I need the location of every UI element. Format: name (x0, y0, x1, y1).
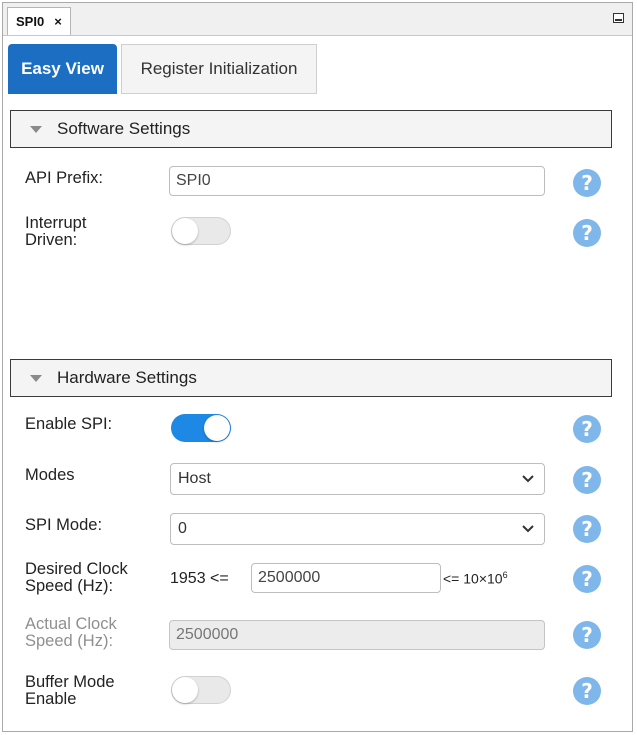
tab-register-initialization[interactable]: Register Initialization (121, 44, 317, 94)
interrupt-driven-help-icon[interactable]: ? (573, 219, 601, 247)
buffer-mode-label-line1: Buffer Mode (25, 673, 115, 691)
desired-clock-max: <= 10×106 (443, 570, 508, 587)
tab-easy-view[interactable]: Easy View (8, 44, 117, 94)
toggle-knob (204, 415, 230, 441)
hardware-settings-header[interactable]: Hardware Settings (10, 359, 612, 397)
minimize-icon[interactable] (613, 13, 624, 23)
interrupt-driven-label-line1: Interrupt (25, 214, 87, 232)
buffer-mode-toggle[interactable] (171, 676, 231, 704)
spi-mode-help-icon[interactable]: ? (573, 515, 601, 543)
hardware-settings-title: Hardware Settings (57, 368, 197, 387)
collapse-triangle-icon (30, 374, 42, 382)
api-prefix-input[interactable] (169, 166, 545, 196)
close-icon[interactable]: × (54, 14, 62, 29)
chevron-down-icon (522, 525, 534, 533)
spi-mode-label: SPI Mode: (25, 516, 103, 534)
interrupt-driven-toggle[interactable] (171, 217, 231, 245)
collapse-triangle-icon (30, 125, 42, 133)
modes-help-icon[interactable]: ? (573, 466, 601, 494)
actual-clock-label-line1: Actual Clock (25, 615, 117, 633)
chevron-down-icon (522, 475, 534, 483)
desired-clock-label-line2: Speed (Hz): (25, 577, 114, 595)
desired-clock-max-exponent: 6 (502, 570, 508, 580)
document-tab-title: SPI0 (16, 14, 45, 29)
desired-clock-min-value: 1953 (170, 570, 206, 587)
software-settings-header[interactable]: Software Settings (10, 110, 612, 148)
desired-clock-max-value: 10×10 (463, 570, 503, 587)
actual-clock-help-icon[interactable]: ? (573, 621, 601, 649)
enable-spi-help-icon[interactable]: ? (573, 415, 601, 443)
modes-label: Modes (25, 466, 75, 484)
api-prefix-label: API Prefix: (25, 169, 103, 187)
modes-selected-value: Host (178, 470, 211, 487)
desired-clock-help-icon[interactable]: ? (573, 565, 601, 593)
buffer-mode-label-line2: Enable (25, 690, 77, 708)
toggle-knob (172, 218, 198, 244)
document-tab-bar: SPI0 × (3, 3, 632, 36)
spi-mode-select[interactable]: 0 (170, 513, 545, 545)
desired-clock-min: 1953 <= (170, 570, 229, 588)
desired-clock-le-symbol: <= (210, 570, 229, 587)
buffer-mode-help-icon[interactable]: ? (573, 677, 601, 705)
enable-spi-toggle[interactable] (171, 414, 231, 442)
desired-clock-label-line1: Desired Clock (25, 560, 128, 578)
enable-spi-label: Enable SPI: (25, 415, 113, 433)
toggle-knob (172, 677, 198, 703)
api-prefix-help-icon[interactable]: ? (573, 169, 601, 197)
desired-clock-input[interactable] (251, 563, 441, 593)
actual-clock-field (169, 620, 545, 650)
spi0-panel: SPI0 × Easy View Register Initialization… (2, 2, 633, 732)
interrupt-driven-label-line2: Driven: (25, 231, 78, 249)
actual-clock-label-line2: Speed (Hz): (25, 632, 114, 650)
modes-select[interactable]: Host (170, 463, 545, 495)
spi-mode-selected-value: 0 (178, 520, 187, 537)
software-settings-title: Software Settings (57, 119, 191, 138)
desired-clock-max-le-symbol: <= (443, 570, 460, 587)
document-tab-spi0[interactable]: SPI0 × (7, 7, 71, 35)
